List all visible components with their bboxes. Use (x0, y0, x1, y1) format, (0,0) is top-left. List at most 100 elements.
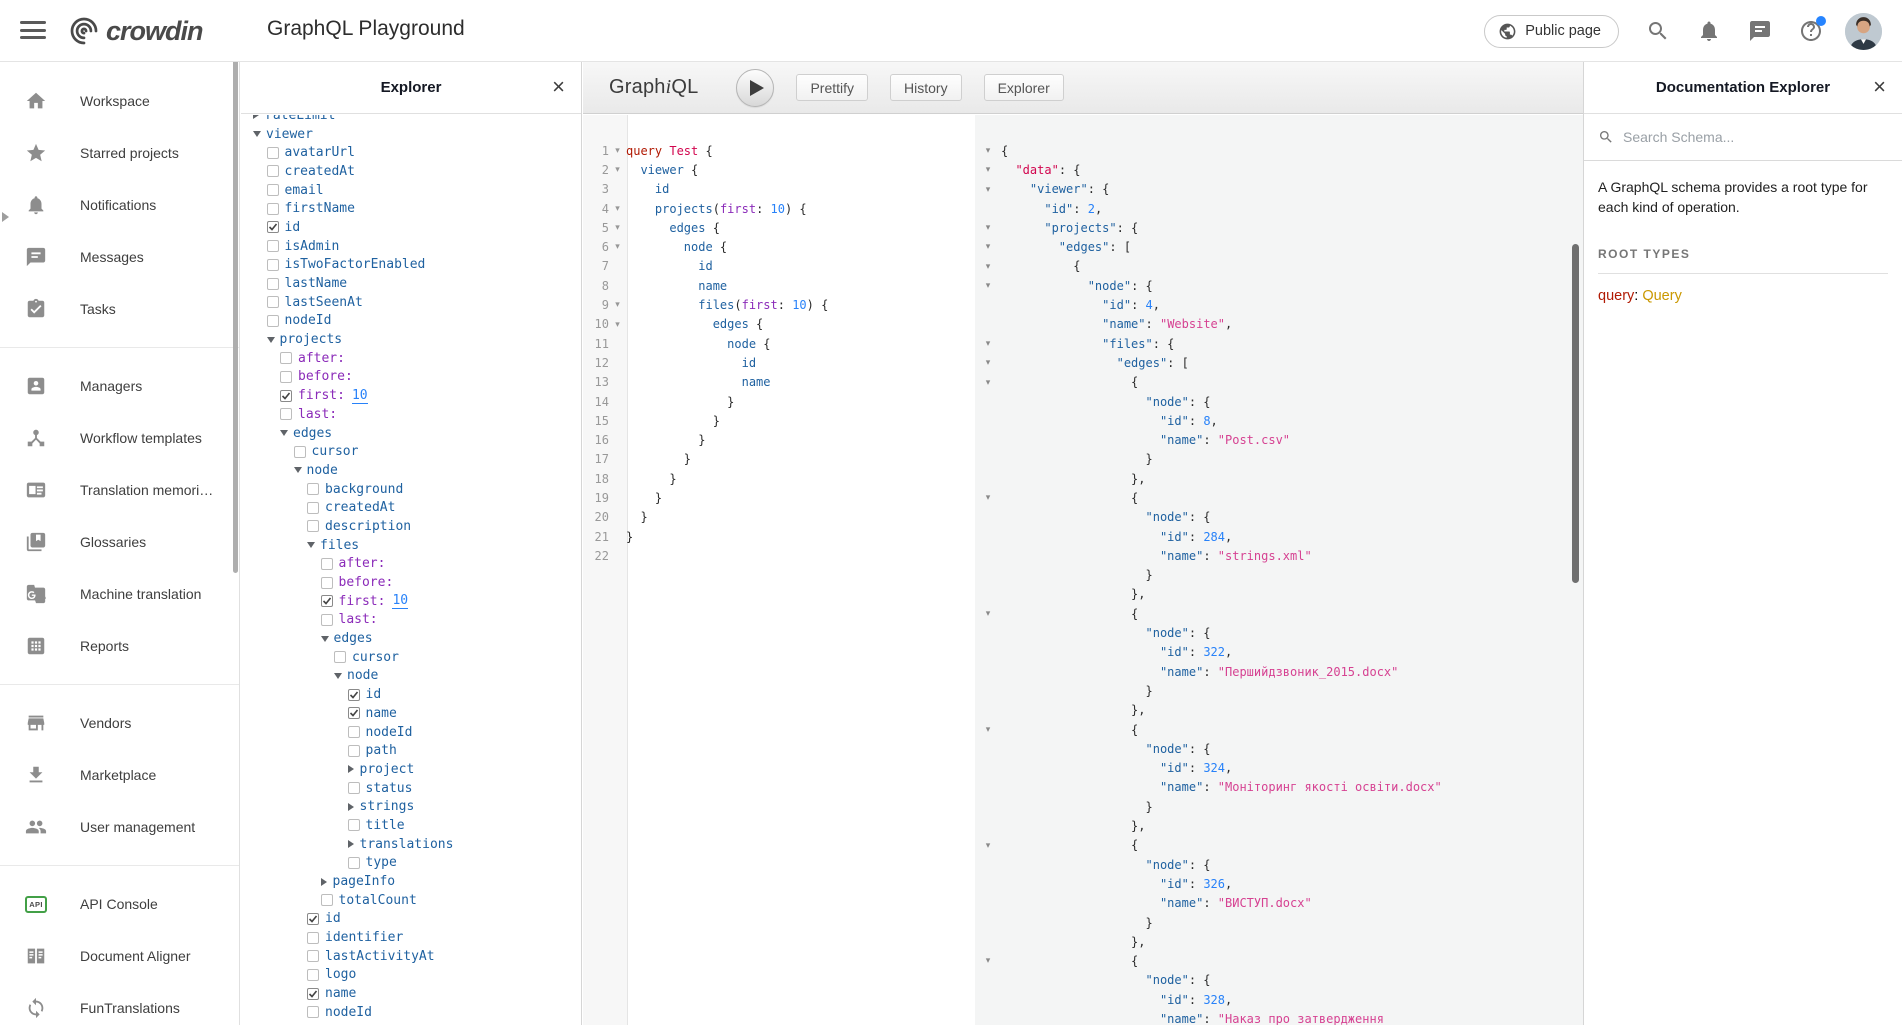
checkbox-unchecked[interactable] (348, 819, 360, 831)
checkbox-unchecked[interactable] (307, 932, 319, 944)
checkbox-unchecked[interactable] (321, 894, 333, 906)
explorer-tree-row[interactable]: node (253, 667, 581, 686)
sidebar-item-workflow-templates[interactable]: Workflow templates (0, 412, 239, 464)
fold-arrow-icon[interactable]: ▾ (982, 180, 994, 199)
explorer-tree-row[interactable]: cursor (253, 442, 581, 461)
public-page-button[interactable]: Public page (1484, 15, 1619, 48)
fold-arrow-icon[interactable]: ▾ (609, 295, 626, 314)
editor-line[interactable]: 2▾ viewer { (583, 160, 975, 179)
checkbox-unchecked[interactable] (348, 782, 360, 794)
checkbox-unchecked[interactable] (267, 315, 279, 327)
checkbox-unchecked[interactable] (307, 969, 319, 981)
explorer-tree-row[interactable]: edges (253, 424, 581, 443)
fold-arrow-icon[interactable]: ▾ (609, 141, 626, 160)
schema-search-input[interactable] (1623, 129, 1888, 145)
chevron-right-icon[interactable] (321, 878, 327, 886)
sidebar-item-machine-translation[interactable]: Machine translation (0, 568, 239, 620)
sidebar-scrollbar[interactable] (233, 26, 238, 573)
editor-line[interactable]: 6▾ node { (583, 237, 975, 256)
menu-icon[interactable] (20, 21, 46, 41)
chevron-down-icon[interactable] (307, 542, 315, 548)
checkbox-unchecked[interactable] (280, 371, 292, 383)
chevron-right-icon[interactable] (348, 803, 354, 811)
crowdin-logo[interactable]: crowdin (66, 13, 203, 49)
chevron-down-icon[interactable] (321, 636, 329, 642)
fold-arrow-icon[interactable]: ▾ (609, 315, 626, 334)
sidebar-item-managers[interactable]: Managers (0, 360, 239, 412)
checkbox-checked[interactable] (321, 595, 333, 607)
sidebar-item-workspace[interactable]: Workspace (0, 75, 239, 127)
checkbox-checked[interactable] (267, 221, 279, 233)
sidebar-item-document-aligner[interactable]: Document Aligner (0, 930, 239, 982)
checkbox-unchecked[interactable] (307, 502, 319, 514)
editor-line[interactable]: 21} (583, 527, 975, 546)
checkbox-checked[interactable] (348, 707, 360, 719)
explorer-tree-row[interactable]: isTwoFactorEnabled (253, 256, 581, 275)
explorer-tree-row[interactable]: first:10 (253, 386, 581, 405)
sidebar-item-api-console[interactable]: APIAPI Console (0, 878, 239, 930)
sidebar-item-notifications[interactable]: Notifications (0, 179, 239, 231)
editor-line[interactable]: 16 } (583, 430, 975, 449)
sidebar-item-glossaries[interactable]: Glossaries (0, 516, 239, 568)
explorer-tree-row[interactable]: totalCount (253, 891, 581, 910)
editor-line[interactable]: 14 } (583, 392, 975, 411)
checkbox-unchecked[interactable] (267, 240, 279, 252)
explorer-tree-row[interactable]: lastSeenAt (253, 293, 581, 312)
checkbox-unchecked[interactable] (321, 577, 333, 589)
checkbox-unchecked[interactable] (267, 278, 279, 290)
checkbox-unchecked[interactable] (267, 184, 279, 196)
checkbox-unchecked[interactable] (348, 745, 360, 757)
chevron-right-icon[interactable] (348, 840, 354, 848)
query-type-link[interactable]: Query (1642, 288, 1682, 304)
checkbox-unchecked[interactable] (267, 147, 279, 159)
editor-line[interactable]: 8 name (583, 276, 975, 295)
editor-line[interactable]: 5▾ edges { (583, 218, 975, 237)
fold-arrow-icon[interactable]: ▾ (982, 237, 994, 256)
history-button[interactable]: History (890, 74, 962, 101)
editor-line[interactable]: 19 } (583, 488, 975, 507)
explorer-tree-row[interactable]: lastActivityAt (253, 947, 581, 966)
argument-value[interactable]: 10 (392, 593, 408, 609)
explorer-tree-row[interactable]: after: (253, 349, 581, 368)
chevron-down-icon[interactable] (294, 467, 302, 473)
fold-arrow-icon[interactable]: ▾ (982, 951, 994, 970)
sidebar-item-messages[interactable]: Messages (0, 231, 239, 283)
explorer-tree-row[interactable]: nodeId (253, 723, 581, 742)
checkbox-unchecked[interactable] (334, 651, 346, 663)
fold-arrow-icon[interactable]: ▾ (982, 720, 994, 739)
chevron-down-icon[interactable] (267, 337, 275, 343)
editor-line[interactable]: 12 id (583, 353, 975, 372)
editor-line[interactable]: 10▾ edges { (583, 315, 975, 334)
explorer-tree-row[interactable]: logo (253, 966, 581, 985)
sidebar-item-user-management[interactable]: User management (0, 801, 239, 853)
explorer-tree-row[interactable]: last: (253, 405, 581, 424)
explorer-tree-row[interactable]: after: (253, 555, 581, 574)
explorer-tree-row[interactable]: name (253, 984, 581, 1003)
explorer-tree-row[interactable]: projects (253, 330, 581, 349)
explorer-tree-row[interactable]: isAdmin (253, 237, 581, 256)
editor-line[interactable]: 11 node { (583, 334, 975, 353)
explorer-tree-row[interactable]: path (253, 741, 581, 760)
sidebar-item-vendors[interactable]: Vendors (0, 697, 239, 749)
chevron-down-icon[interactable] (334, 673, 342, 679)
fold-arrow-icon[interactable]: ▾ (982, 604, 994, 623)
explorer-tree-row[interactable]: nodeId (253, 312, 581, 331)
explorer-tree-row[interactable]: background (253, 480, 581, 499)
editor-line[interactable]: 17 } (583, 450, 975, 469)
checkbox-unchecked[interactable] (280, 352, 292, 364)
explorer-tree-row[interactable]: cursor (253, 648, 581, 667)
checkbox-unchecked[interactable] (307, 950, 319, 962)
explorer-button[interactable]: Explorer (984, 74, 1064, 101)
fold-arrow-icon[interactable]: ▾ (609, 160, 626, 179)
checkbox-unchecked[interactable] (307, 1006, 319, 1018)
fold-arrow-icon[interactable]: ▾ (982, 160, 994, 179)
explorer-tree-row[interactable]: before: (253, 573, 581, 592)
explorer-tree-row[interactable]: edges (253, 629, 581, 648)
explorer-close-icon[interactable]: × (552, 74, 565, 100)
explorer-tree-row[interactable]: title (253, 816, 581, 835)
checkbox-unchecked[interactable] (321, 558, 333, 570)
checkbox-unchecked[interactable] (267, 296, 279, 308)
fold-arrow-icon[interactable]: ▾ (982, 276, 994, 295)
checkbox-unchecked[interactable] (321, 614, 333, 626)
checkbox-unchecked[interactable] (267, 203, 279, 215)
